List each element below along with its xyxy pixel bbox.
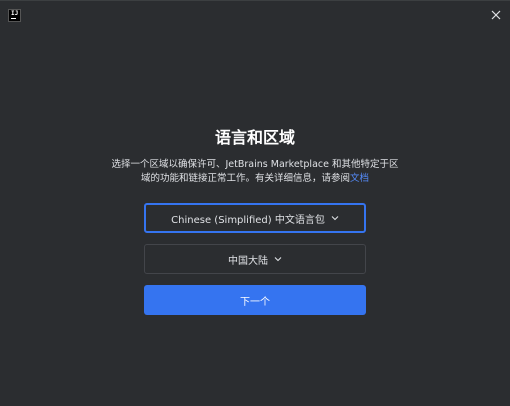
chevron-down-icon: [274, 256, 282, 262]
language-select[interactable]: Chinese (Simplified) 中文语言包: [144, 203, 366, 233]
documentation-link[interactable]: 文档: [350, 173, 369, 184]
dialog-description: 选择一个区域以确保许可、JetBrains Marketplace 和其他特定于…: [110, 158, 400, 186]
next-button[interactable]: 下一个: [144, 285, 366, 315]
region-select-value: 中国大陆: [228, 255, 268, 267]
chevron-down-icon: [331, 215, 339, 221]
dialog-content: 语言和区域 选择一个区域以确保许可、JetBrains Marketplace …: [0, 1, 510, 406]
language-region-dialog: IJ 语言和区域 选择一个区域以确保许可、JetBrains Marketpla…: [0, 0, 510, 406]
region-select[interactable]: 中国大陆: [144, 244, 366, 274]
language-select-value: Chinese (Simplified) 中文语言包: [171, 214, 325, 226]
dialog-title: 语言和区域: [214, 128, 295, 147]
